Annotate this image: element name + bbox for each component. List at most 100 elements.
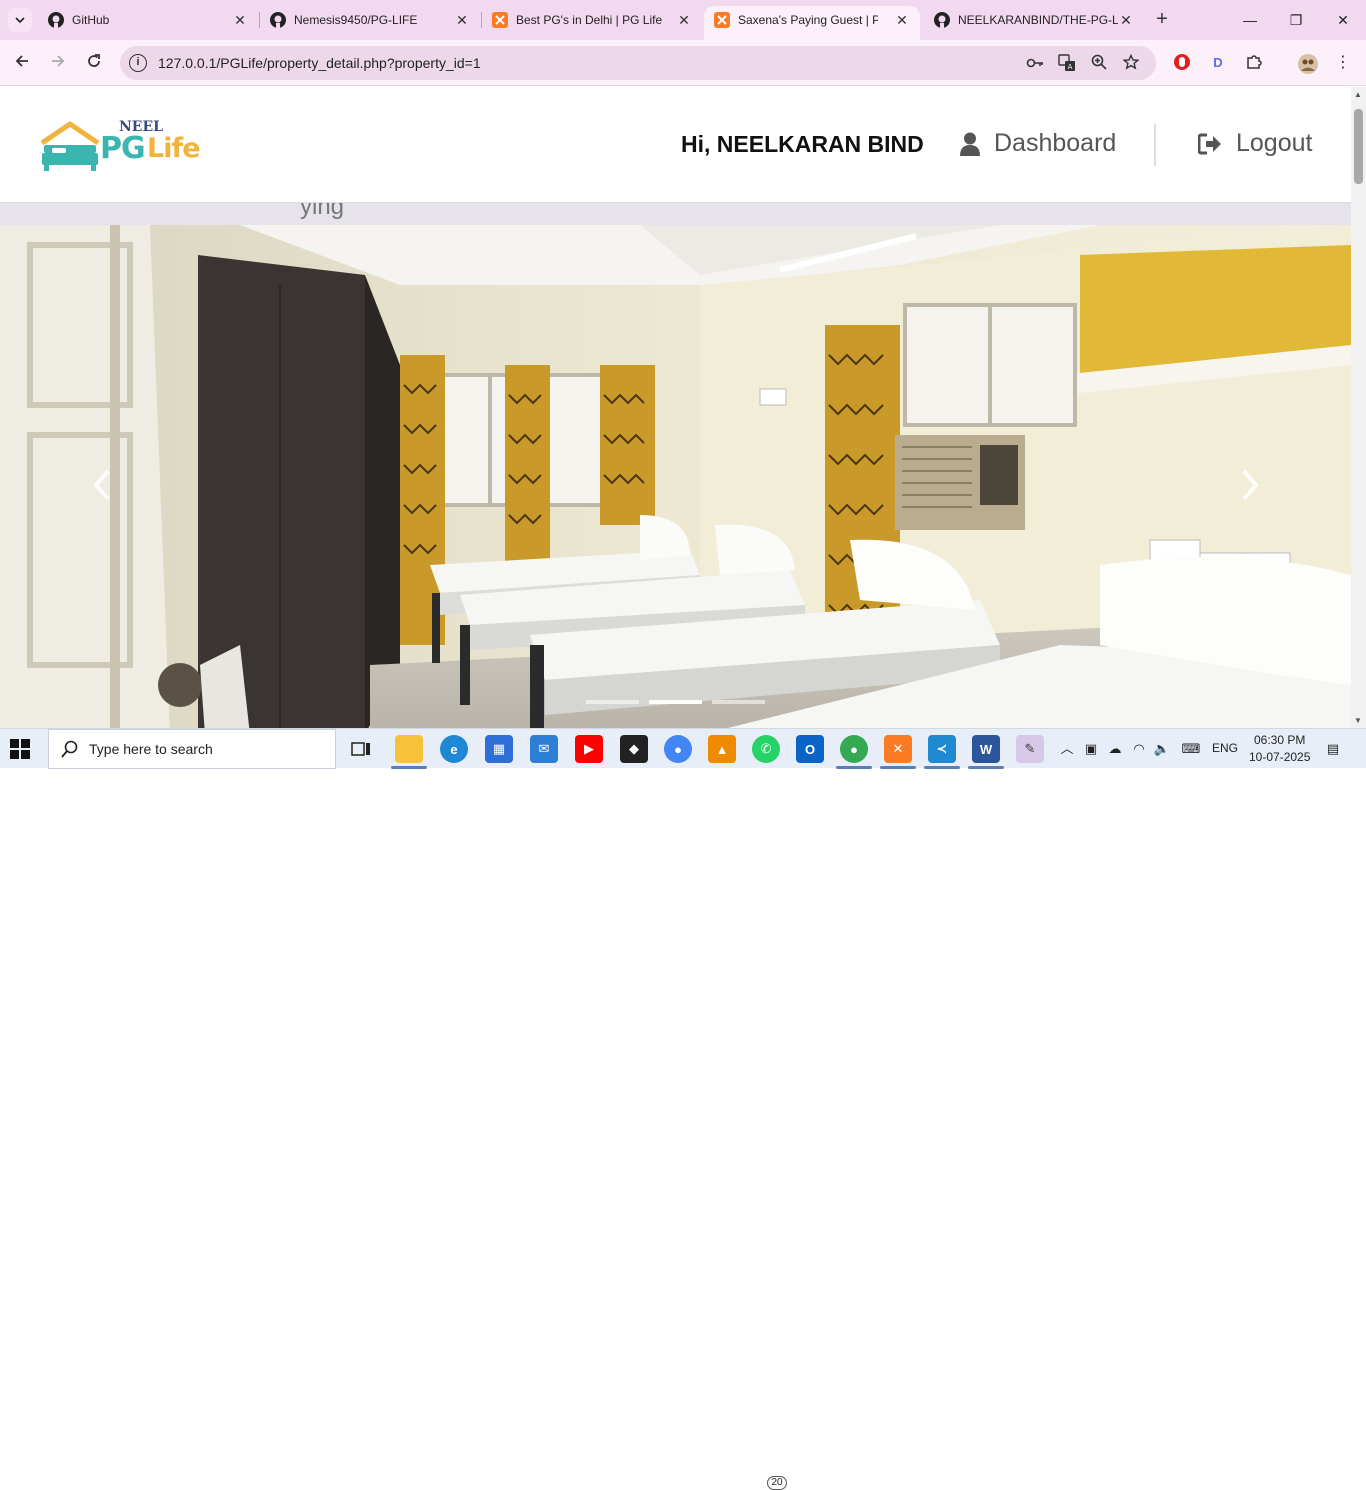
notification-center-icon[interactable]: ▤	[1324, 740, 1342, 758]
edge-icon[interactable]: e	[440, 735, 468, 763]
tab-best-pgs-delhi[interactable]: Best PG's in Delhi | PG Life ✕	[482, 6, 702, 34]
tray-chevron-up-icon[interactable]: ︿	[1058, 740, 1076, 758]
mail-icon[interactable]: ✉	[530, 735, 558, 763]
windows-taskbar: Type here to search e ▦ ✉ ▶ ◆ ● ▲ ✆ 20 O…	[0, 728, 1366, 1490]
back-button[interactable]	[10, 51, 34, 75]
chrome-icon[interactable]: ●	[664, 735, 692, 763]
new-tab-button[interactable]: +	[1150, 8, 1174, 32]
youtube-icon[interactable]: ▶	[575, 735, 603, 763]
close-window-button[interactable]: ✕	[1331, 8, 1355, 32]
site-logo[interactable]: NEEL PG Life	[40, 119, 210, 173]
whatsapp-badge: 20	[767, 1476, 787, 1490]
file-explorer-icon[interactable]	[395, 735, 423, 763]
outlook-icon[interactable]: O	[796, 735, 824, 763]
browser-tabstrip: GitHub ✕ Nemesis9450/PG-LIFE ✕ Best PG's…	[0, 0, 1366, 40]
reload-icon	[88, 54, 100, 67]
carousel-indicator-3[interactable]	[712, 700, 765, 704]
dashboard-label[interactable]: Dashboard	[994, 129, 1116, 158]
tab-nemesis-pglife[interactable]: Nemesis9450/PG-LIFE ✕	[260, 6, 480, 34]
tab-title: GitHub	[72, 13, 110, 27]
tray-keyboard-icon[interactable]: ⌨	[1179, 740, 1203, 758]
minimize-button[interactable]: —	[1238, 8, 1262, 32]
carousel-indicator-1[interactable]	[586, 700, 639, 704]
browser-toolbar: i 127.0.0.1/PGLife/property_detail.php?p…	[0, 40, 1366, 86]
chevron-down-icon	[15, 17, 25, 24]
paint-icon[interactable]: ✎	[1016, 735, 1044, 763]
translate-icon[interactable]: A	[1057, 54, 1077, 74]
xampp-icon[interactable]: ✕	[884, 735, 912, 763]
forward-arrow-icon	[52, 55, 65, 67]
tab-close-icon[interactable]: ✕	[894, 12, 910, 28]
security-shield-icon[interactable]: ◆	[620, 735, 648, 763]
taskbar-search-placeholder[interactable]: Type here to search	[89, 741, 213, 757]
forward-button[interactable]	[46, 51, 70, 75]
tab-neelkaranbind-repo[interactable]: NEELKARANBIND/THE-PG-LIFE ✕	[924, 6, 1144, 34]
url-text[interactable]: 127.0.0.1/PGLife/property_detail.php?pro…	[158, 55, 481, 71]
tab-title: Nemesis9450/PG-LIFE	[294, 13, 418, 27]
whatsapp-icon[interactable]: ✆	[752, 735, 780, 763]
subtitle-band: ying	[0, 203, 1351, 225]
vscode-icon[interactable]: ≺	[928, 735, 956, 763]
windows-start-icon[interactable]	[10, 739, 30, 759]
scroll-up-icon[interactable]: ▲	[1354, 90, 1362, 99]
profile-avatar-icon[interactable]	[1297, 53, 1318, 74]
tray-network-icon[interactable]: ☁	[1106, 740, 1124, 758]
tray-volume-icon[interactable]: 🔈	[1153, 740, 1171, 758]
task-view-icon[interactable]	[347, 735, 375, 763]
tab-github[interactable]: GitHub ✕	[38, 6, 258, 34]
tab-close-icon[interactable]: ✕	[232, 12, 248, 28]
site-info-icon[interactable]: i	[129, 54, 147, 72]
tab-title: NEELKARANBIND/THE-PG-LIFE	[958, 13, 1118, 27]
carousel-next-icon[interactable]	[1234, 465, 1264, 505]
extensions-puzzle-icon[interactable]	[1244, 53, 1264, 73]
logo-pg-text: PG	[100, 131, 146, 166]
property-image-carousel[interactable]	[0, 225, 1351, 728]
address-bar[interactable]: i 127.0.0.1/PGLife/property_detail.php?p…	[120, 46, 1156, 80]
logout-label[interactable]: Logout	[1236, 129, 1312, 158]
carousel-prev-icon[interactable]	[88, 465, 118, 505]
tab-saxena-paying-guest[interactable]: Saxena's Paying Guest | PG Life ✕	[704, 6, 920, 40]
github-icon	[934, 12, 950, 28]
extension-red-icon[interactable]	[1172, 53, 1192, 73]
subtitle-fragment: ying	[300, 203, 345, 220]
carousel-indicator-2[interactable]	[649, 700, 702, 704]
nav-divider	[1154, 124, 1156, 166]
user-icon	[960, 132, 980, 156]
page-scrollbar[interactable]: ▲ ▼	[1351, 87, 1366, 728]
github-icon	[270, 12, 286, 28]
password-key-icon[interactable]	[1025, 54, 1045, 74]
tab-close-icon[interactable]: ✕	[676, 12, 692, 28]
reload-button[interactable]	[82, 51, 106, 75]
xampp-icon	[492, 12, 508, 28]
dashboard-link[interactable]: Dashboard	[960, 129, 1116, 158]
tray-language[interactable]: ENG	[1212, 741, 1238, 755]
svg-text:A: A	[1068, 63, 1073, 71]
tray-wifi-icon[interactable]: ◠	[1130, 740, 1148, 758]
xampp-icon	[714, 12, 730, 28]
logout-link[interactable]: Logout	[1198, 129, 1312, 158]
chrome-profile-icon[interactable]: ●	[840, 735, 868, 763]
page-viewport: NEEL PG Life Hi, NEELKARAN BIND Dashboar…	[0, 87, 1351, 728]
microsoft-store-icon[interactable]: ▦	[485, 735, 513, 763]
vlc-icon[interactable]: ▲	[708, 735, 736, 763]
extension-d-icon[interactable]: D	[1208, 53, 1228, 73]
bookmark-star-icon[interactable]	[1121, 53, 1141, 74]
scroll-thumb[interactable]	[1354, 109, 1363, 184]
tab-search-button[interactable]	[8, 8, 32, 32]
restore-button[interactable]: ❐	[1284, 8, 1308, 32]
zoom-icon[interactable]	[1089, 54, 1109, 74]
back-arrow-icon	[15, 55, 28, 67]
tray-time[interactable]: 06:30 PM	[1254, 733, 1305, 747]
carousel-indicators	[586, 700, 765, 704]
user-greeting: Hi, NEELKARAN BIND	[681, 131, 924, 157]
tab-title: Saxena's Paying Guest | PG Life	[738, 13, 878, 27]
browser-menu-icon[interactable]: ⋮	[1333, 53, 1353, 73]
tray-device-icon[interactable]: ▣	[1082, 740, 1100, 758]
taskbar-search-box[interactable]: Type here to search	[48, 729, 336, 769]
tab-close-icon[interactable]: ✕	[1118, 12, 1134, 28]
word-icon[interactable]: W	[972, 735, 1000, 763]
tab-close-icon[interactable]: ✕	[454, 12, 470, 28]
scroll-down-icon[interactable]: ▼	[1354, 716, 1362, 725]
logo-life-text: Life	[147, 133, 201, 164]
tray-date[interactable]: 10-07-2025	[1249, 750, 1310, 764]
